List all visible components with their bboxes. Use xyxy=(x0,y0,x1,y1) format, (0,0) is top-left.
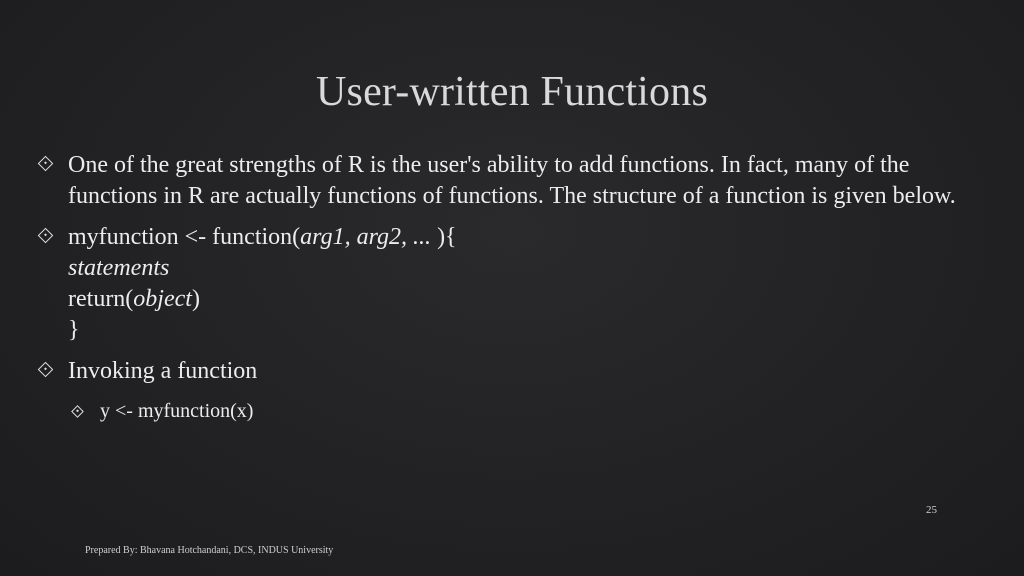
diamond-bullet-icon xyxy=(71,405,84,418)
code-line-2: statements xyxy=(68,253,1000,284)
code-statements: statements xyxy=(68,255,170,281)
code-text: ){ xyxy=(437,224,457,250)
diamond-bullet-icon xyxy=(37,361,54,378)
diamond-bullet-icon xyxy=(37,227,54,244)
code-text: myfunction <- function( xyxy=(68,224,301,250)
code-args: arg1, arg2, ... xyxy=(300,224,438,250)
bullet-invoking: Invoking a function xyxy=(37,356,1000,387)
sub-bullet-invoke-example: y <- myfunction(x) xyxy=(40,397,1000,425)
slide-content: One of the great strengths of R is the u… xyxy=(37,150,1000,425)
code-line-3: return(object) xyxy=(68,284,1000,315)
page-number: 25 xyxy=(926,504,937,516)
bullet-function-structure: myfunction <- function(arg1, arg2, ... )… xyxy=(37,222,1000,346)
code-line-4: } xyxy=(68,317,80,343)
code-line-1: myfunction <- function(arg1, arg2, ... )… xyxy=(68,222,1000,253)
bullet-text: Invoking a function xyxy=(68,358,258,384)
bullet-text: One of the great strengths of R is the u… xyxy=(68,152,956,209)
code-text: ) xyxy=(191,286,200,312)
bullet-intro: One of the great strengths of R is the u… xyxy=(37,150,1000,212)
sub-bullet-text: y <- myfunction(x) xyxy=(100,400,254,422)
footer-text: Prepared By: Bhavana Hotchandani, DCS, I… xyxy=(85,545,334,556)
diamond-bullet-icon xyxy=(37,155,54,172)
code-object: object xyxy=(133,286,192,312)
slide-title: User-written Functions xyxy=(316,69,708,115)
code-text: return( xyxy=(68,286,134,312)
